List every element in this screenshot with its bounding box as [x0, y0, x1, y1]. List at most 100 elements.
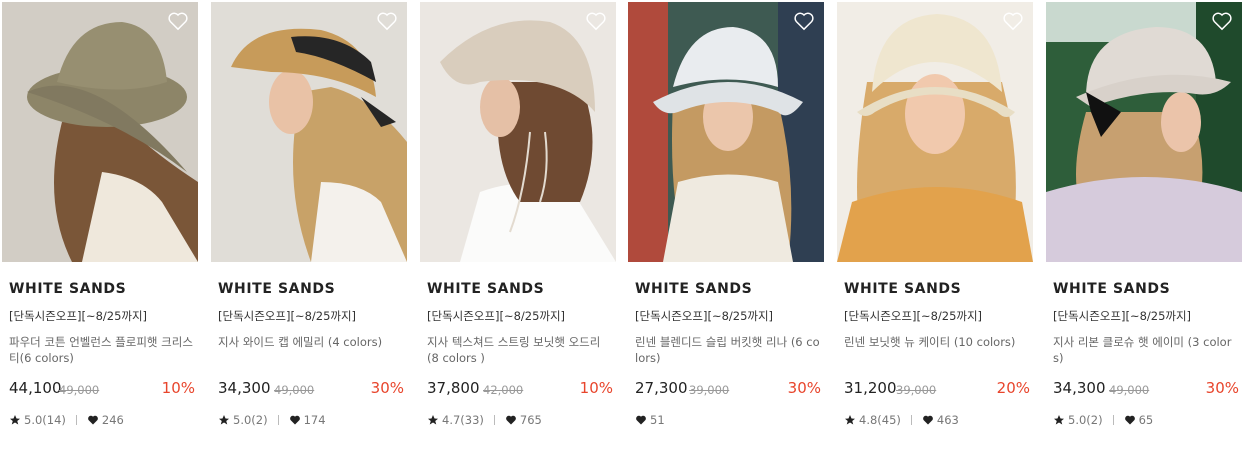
product-image[interactable] — [837, 2, 1033, 262]
product-card[interactable]: WHITE SANDS [단독시즌오프][~8/25까지] 지사 리본 클로슈 … — [1046, 0, 1242, 458]
sale-price: 34,300 — [218, 379, 271, 397]
discount-rate: 30% — [1205, 379, 1239, 397]
product-meta: 4.8(45) 463 — [844, 413, 959, 427]
product-name[interactable]: 지사 리본 클로슈 햇 에이미 (3 colors) — [1053, 334, 1239, 366]
sale-price: 34,300 — [1053, 379, 1106, 397]
rating-text: 5.0(2) — [233, 413, 268, 427]
product-image[interactable] — [420, 2, 616, 262]
sale-price: 44,100 — [9, 379, 62, 397]
product-meta: 51 — [635, 413, 665, 427]
price-row: 44,100 49,000 10% — [9, 379, 195, 399]
brand-name[interactable]: WHITE SANDS — [1053, 281, 1170, 297]
divider — [493, 415, 495, 425]
brand-name[interactable]: WHITE SANDS — [427, 281, 544, 297]
product-photo — [628, 2, 824, 262]
star-icon — [845, 415, 855, 425]
price-row: 34,300 49,000 30% — [1053, 379, 1239, 399]
product-card[interactable]: WHITE SANDS [단독시즌오프][~8/25까지] 린넨 블렌디드 슬립… — [628, 0, 824, 458]
discount-rate: 10% — [579, 379, 613, 397]
divider — [1112, 415, 1114, 425]
original-price: 49,000 — [1109, 383, 1150, 397]
original-price: 49,000 — [59, 383, 100, 397]
discount-rate: 30% — [787, 379, 821, 397]
heart-outline-icon[interactable] — [585, 11, 607, 31]
promo-tag: [단독시즌오프][~8/25까지] — [1053, 309, 1192, 323]
like-count: 51 — [650, 413, 665, 427]
brand-name[interactable]: WHITE SANDS — [218, 281, 335, 297]
product-photo — [420, 2, 616, 262]
product-card[interactable]: WHITE SANDS [단독시즌오프][~8/25까지] 린넨 보닛햇 뉴 케… — [837, 0, 1033, 458]
product-meta: 5.0(2) 65 — [1053, 413, 1153, 427]
sale-price: 27,300 — [635, 379, 688, 397]
product-grid: WHITE SANDS [단독시즌오프][~8/25까지] 파우더 코튼 언벨런… — [0, 0, 1253, 458]
rating-text: 4.7(33) — [442, 413, 484, 427]
like-count: 174 — [303, 413, 326, 427]
like-count: 463 — [936, 413, 959, 427]
heart-outline-icon[interactable] — [167, 11, 189, 31]
product-name[interactable]: 지사 와이드 캡 에밀리 (4 colors) — [218, 334, 404, 350]
product-image[interactable] — [2, 2, 198, 262]
original-price: 39,000 — [896, 383, 937, 397]
promo-tag: [단독시즌오프][~8/25까지] — [218, 309, 357, 323]
product-name[interactable]: 린넨 보닛햇 뉴 케이티 (10 colors) — [844, 334, 1030, 350]
product-name[interactable]: 지사 텍스쳐드 스트링 보닛햇 오드리 (8 colors ) — [427, 334, 613, 366]
heart-icon — [1124, 415, 1135, 425]
heart-icon — [636, 415, 646, 425]
like-count: 765 — [519, 413, 542, 427]
product-card[interactable]: WHITE SANDS [단독시즌오프][~8/25까지] 파우더 코튼 언벨런… — [2, 0, 198, 458]
heart-icon — [289, 415, 300, 425]
sale-price: 31,200 — [844, 379, 897, 397]
original-price: 49,000 — [274, 383, 315, 397]
rating-text: 4.8(45) — [859, 413, 901, 427]
product-photo — [2, 2, 198, 262]
heart-outline-icon[interactable] — [376, 11, 398, 31]
like-count: 65 — [1138, 413, 1154, 427]
rating-text: 5.0(14) — [24, 413, 66, 427]
promo-tag: [단독시즌오프][~8/25까지] — [635, 309, 774, 323]
star-icon — [10, 415, 20, 425]
product-card[interactable]: WHITE SANDS [단독시즌오프][~8/25까지] 지사 와이드 캡 에… — [211, 0, 407, 458]
heart-outline-icon[interactable] — [793, 11, 815, 31]
rating-text: 5.0(2) — [1068, 413, 1103, 427]
product-image[interactable] — [1046, 2, 1242, 262]
product-meta: 4.7(33) 765 — [427, 413, 542, 427]
promo-tag: [단독시즌오프][~8/25까지] — [844, 309, 983, 323]
promo-tag: [단독시즌오프][~8/25까지] — [9, 309, 148, 323]
discount-rate: 10% — [161, 379, 195, 397]
divider — [75, 415, 77, 425]
product-photo — [837, 2, 1033, 262]
heart-icon — [506, 415, 516, 425]
original-price: 39,000 — [689, 383, 730, 397]
heart-icon — [88, 415, 98, 425]
like-count: 246 — [101, 413, 124, 427]
brand-name[interactable]: WHITE SANDS — [635, 281, 752, 297]
product-photo — [1046, 2, 1242, 262]
product-name[interactable]: 린넨 블렌디드 슬립 버킷햇 리나 (6 colors) — [635, 334, 821, 366]
brand-name[interactable]: WHITE SANDS — [844, 281, 961, 297]
product-name[interactable]: 파우더 코튼 언벨런스 플로피햇 크리스티(6 colors) — [9, 334, 195, 366]
star-icon — [1054, 415, 1064, 425]
product-meta: 5.0(2) 174 — [218, 413, 326, 427]
price-row: 34,300 49,000 30% — [218, 379, 404, 399]
original-price: 42,000 — [483, 383, 524, 397]
star-icon — [428, 415, 438, 425]
discount-rate: 20% — [996, 379, 1030, 397]
discount-rate: 30% — [370, 379, 404, 397]
star-icon — [219, 415, 229, 425]
divider — [910, 415, 912, 425]
product-image[interactable] — [628, 2, 824, 262]
price-row: 31,200 39,000 20% — [844, 379, 1030, 399]
heart-icon — [923, 415, 933, 425]
divider — [277, 415, 279, 425]
price-row: 37,800 42,000 10% — [427, 379, 613, 399]
product-meta: 5.0(14) 246 — [9, 413, 124, 427]
heart-outline-icon[interactable] — [1211, 11, 1233, 31]
promo-tag: [단독시즌오프][~8/25까지] — [427, 309, 566, 323]
product-image[interactable] — [211, 2, 407, 262]
price-row: 27,300 39,000 30% — [635, 379, 821, 399]
product-card[interactable]: WHITE SANDS [단독시즌오프][~8/25까지] 지사 텍스쳐드 스트… — [420, 0, 616, 458]
sale-price: 37,800 — [427, 379, 480, 397]
heart-outline-icon[interactable] — [1002, 11, 1024, 31]
product-photo — [211, 2, 407, 262]
brand-name[interactable]: WHITE SANDS — [9, 281, 126, 297]
